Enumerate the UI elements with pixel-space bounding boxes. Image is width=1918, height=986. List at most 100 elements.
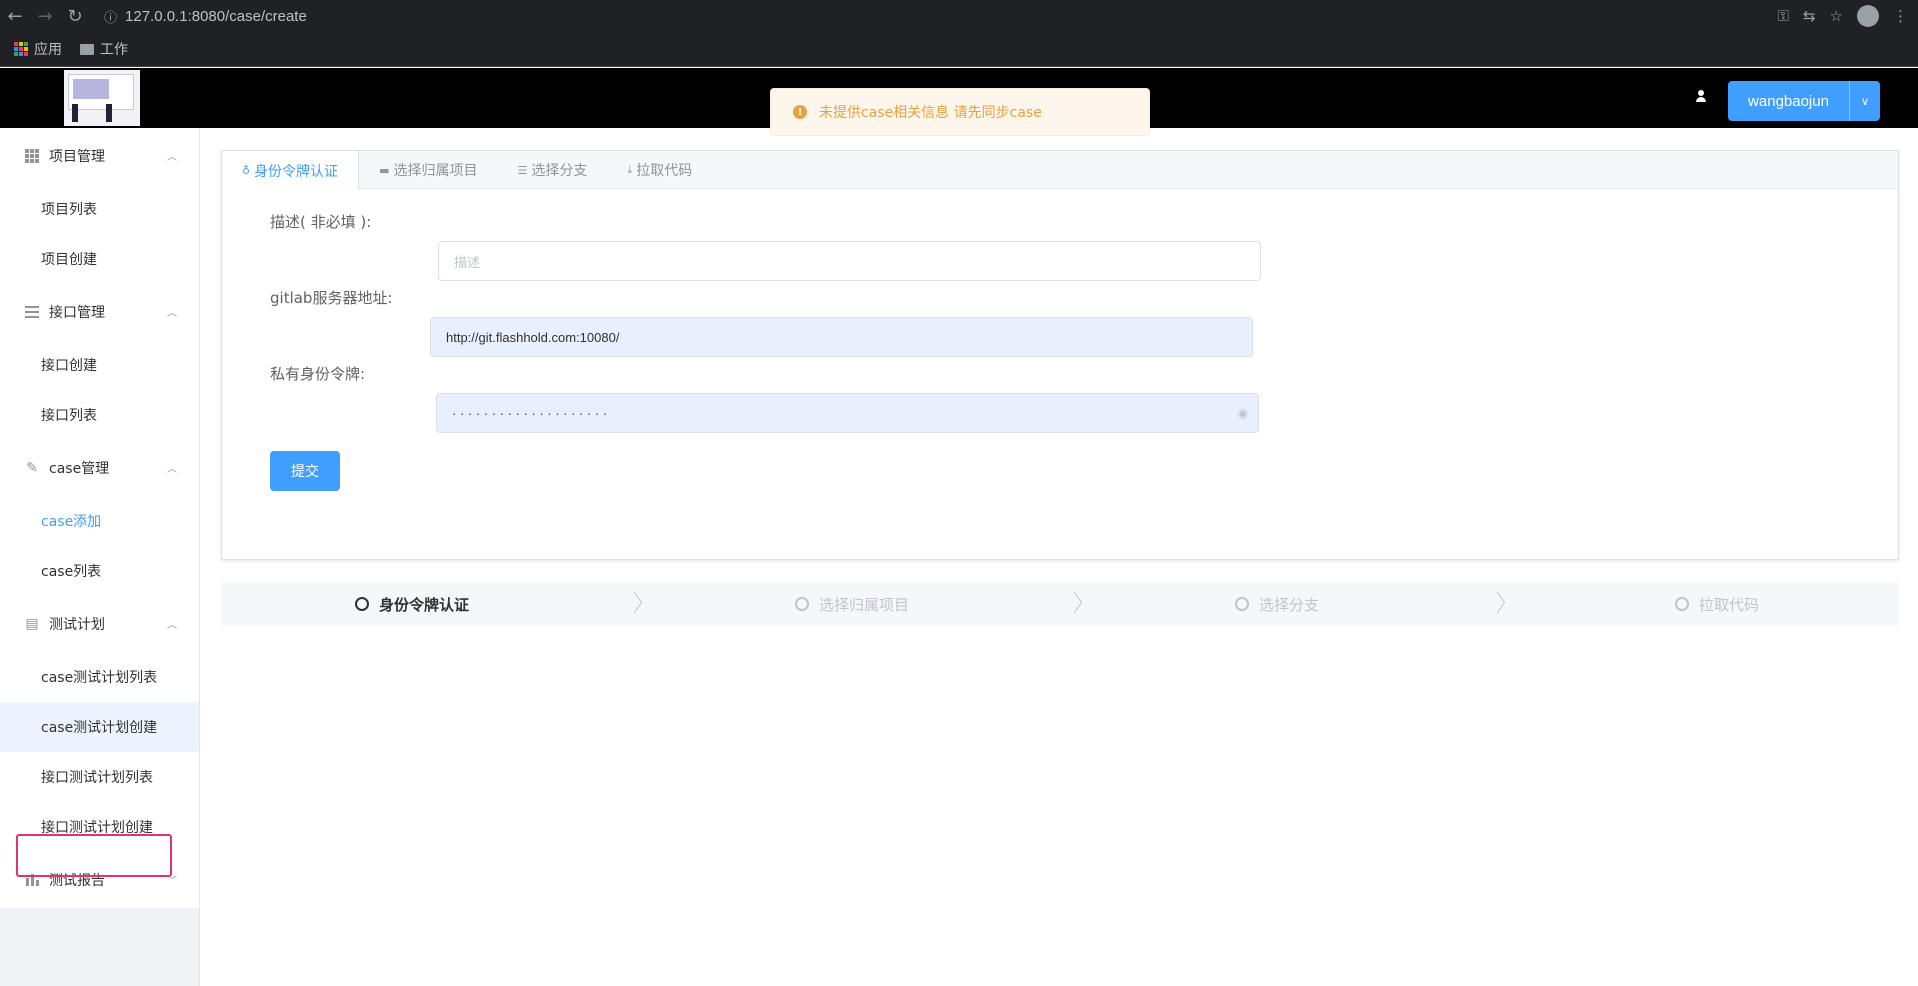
edit-icon: ✎ [26,460,38,476]
user-icon [1695,90,1707,104]
grid-icon [24,148,40,164]
auth-card: ♁ 身份令牌认证 ▬ 选择归属项目 ☰ 选择分支 ⤓ 拉取代码 描述( 非必填 … [221,150,1899,560]
menu-item-api-create[interactable]: 接口创建 [0,340,199,390]
gitlab-label: gitlab服务器地址: [270,288,393,307]
menu-group-label: 接口管理 [49,305,105,321]
chevron-up-icon: ︿ [167,308,177,319]
warning-text: 未提供case相关信息 请先同步case [819,105,1042,121]
tab-bar: ♁ 身份令牌认证 ▬ 选择归属项目 ☰ 选择分支 ⤓ 拉取代码 [222,151,1898,190]
bookmark-apps[interactable]: 应用 [14,39,62,59]
menu-group-project[interactable]: 项目管理 ︿ [0,128,199,184]
tab-label: 拉取代码 [636,163,693,179]
tab-select-project[interactable]: ▬ 选择归属项目 [359,151,497,189]
bookmark-work-label: 工作 [100,42,128,58]
tab-label: 选择归属项目 [393,163,478,179]
bookmark-work[interactable]: 工作 [80,39,128,59]
menu-item-case-plan-list[interactable]: case测试计划列表 [0,652,199,702]
menu-item-case-list[interactable]: case列表 [0,546,199,596]
token-row: 私有身份令牌: [270,353,365,393]
menu-item-api-plan-list[interactable]: 接口测试计划列表 [0,752,199,802]
menu-group-label: 项目管理 [49,149,105,165]
warning-icon: ! [793,105,807,119]
chevron-down-icon: ﹀ [167,876,177,887]
reload-icon[interactable]: ↻ [60,6,90,27]
back-icon[interactable]: ← [0,6,30,27]
step-label: 选择归属项目 [819,595,910,614]
step-select-branch: 选择分支 [1235,582,1319,626]
menu-item-project-list[interactable]: 项目列表 [0,184,199,234]
desc-input[interactable]: 描述 [438,241,1261,281]
chevron-up-icon: ︿ [167,152,177,163]
username-label[interactable]: wangbaojun [1728,81,1850,121]
address-bar[interactable]: 127.0.0.1:8080/case/create [125,8,307,25]
gitlab-row: gitlab服务器地址: [270,277,393,317]
list-icon [24,304,40,320]
tab-token-auth[interactable]: ♁ 身份令牌认证 [222,151,360,190]
document-icon: ▤ [25,616,39,632]
chevron-up-icon: ︿ [167,464,177,475]
menu-group-test-plan[interactable]: ▤ 测试计划 ︿ [0,596,199,652]
logo [64,70,140,126]
step-label: 拉取代码 [1699,595,1760,614]
chevron-right-icon [628,594,642,614]
menu-group-case[interactable]: ✎ case管理 ︿ [0,440,199,496]
apps-grid-icon [14,42,28,56]
menu-group-label: case管理 [49,461,110,477]
menu-group-api[interactable]: 接口管理 ︿ [0,284,199,340]
menu-item-api-plan-create[interactable]: 接口测试计划创建 [0,802,199,852]
chevron-down-icon[interactable]: ∨ [1850,81,1880,121]
chevron-right-icon [1491,594,1505,614]
step-circle-icon [795,597,809,611]
menu-item-case-add[interactable]: case添加 [0,496,199,546]
star-icon[interactable]: ☆ [1830,7,1843,25]
gitlab-url-value: http://git.flashhold.com:10080/ [446,329,620,345]
menu-dots-icon[interactable]: ⋮ [1893,7,1908,25]
menu-group-label: 测试计划 [49,617,105,633]
step-label: 身份令牌认证 [379,595,470,614]
bookmarks-bar: 应用 工作 [0,32,1918,67]
menu-item-case-plan-create[interactable]: case测试计划创建 [0,702,199,752]
steps-bar: 身份令牌认证 选择归属项目 选择分支 拉取代码 [221,582,1899,626]
tab-label: 身份令牌认证 [254,163,339,180]
menu-group-label: 测试报告 [49,873,105,889]
chevron-up-icon: ︿ [167,620,177,631]
translate-icon[interactable]: ⇆ [1803,7,1816,25]
step-label: 选择分支 [1259,595,1320,614]
eye-icon[interactable]: ◉ [1238,406,1248,420]
sliders-icon: ☰ [517,163,528,177]
sidebar: 项目管理 ︿ 项目列表 项目创建 接口管理 ︿ 接口创建 接口列表 ✎ case… [0,128,200,986]
download-icon: ⤓ [627,163,633,176]
token-value: · · · · · · · · · · · · · · · · · · · · [452,405,608,421]
monitor-icon: ▬ [379,163,390,177]
token-input[interactable]: · · · · · · · · · · · · · · · · · · · · … [436,393,1259,433]
step-select-project: 选择归属项目 [795,582,909,626]
bookmark-apps-label: 应用 [34,42,62,58]
gitlab-url-input[interactable]: http://git.flashhold.com:10080/ [430,317,1253,357]
warning-message: ! 未提供case相关信息 请先同步case [770,88,1150,136]
token-label: 私有身份令牌: [270,364,366,383]
step-token-auth: 身份令牌认证 [355,582,469,626]
step-circle-icon [355,597,369,611]
folder-icon [80,43,94,55]
step-pull-code: 拉取代码 [1675,582,1759,626]
bar-chart-icon [24,872,40,888]
info-icon[interactable]: ⓘ [104,7,117,26]
step-circle-icon [1235,597,1249,611]
menu-item-project-create[interactable]: 项目创建 [0,234,199,284]
desc-row: 描述( 非必填 ): [270,201,371,241]
tab-select-branch[interactable]: ☰ 选择分支 [497,151,607,189]
tab-pull-code[interactable]: ⤓ 拉取代码 [607,151,712,189]
desc-label: 描述( 非必填 ): [270,212,372,231]
desc-placeholder: 描述 [454,254,481,270]
key-icon[interactable]: ⚿ [1778,7,1789,25]
menu-item-api-list[interactable]: 接口列表 [0,390,199,440]
forward-icon[interactable]: → [30,6,60,27]
submit-button[interactable]: 提交 [270,451,340,491]
key-icon: ♁ [242,164,251,177]
browser-toolbar: ← → ↻ ⓘ 127.0.0.1:8080/case/create ⚿ ⇆ ☆… [0,0,1918,32]
tab-label: 选择分支 [531,163,588,179]
chevron-right-icon [1068,594,1082,614]
user-dropdown-button[interactable]: wangbaojun ∨ [1728,81,1880,121]
profile-icon[interactable] [1857,5,1879,27]
menu-group-report[interactable]: 测试报告 ﹀ [0,852,199,908]
